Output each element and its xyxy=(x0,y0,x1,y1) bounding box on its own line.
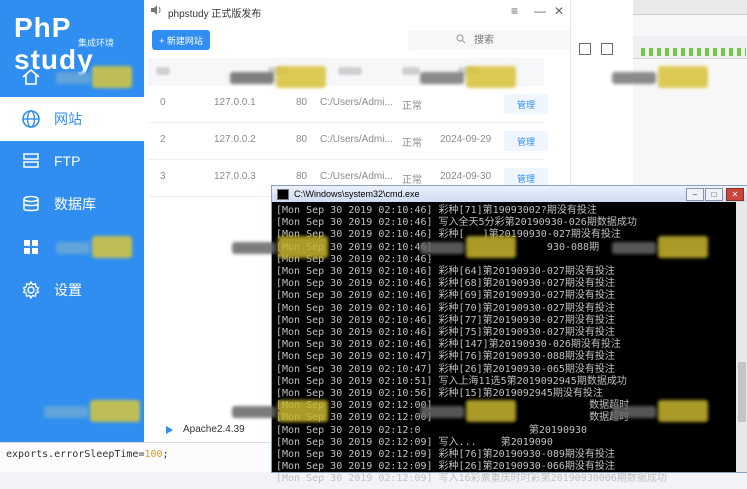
globe-icon xyxy=(20,108,42,130)
cmd-line: [Mon Sep 30 2019 02:10:46] 彩种[70]第201909… xyxy=(276,302,615,314)
home-icon xyxy=(20,66,42,88)
cmd-maximize-icon[interactable]: □ xyxy=(705,188,723,201)
cmd-line: [Mon Sep 30 2019 02:10:47] 彩种[26]第201909… xyxy=(276,363,615,375)
row-path: C:/Users/Admi... xyxy=(320,171,393,182)
cmd-line: [Mon Sep 30 2019 02:10:46] 彩种[71]第190930… xyxy=(276,205,597,216)
cmd-window: C:\Windows\system32\cmd.exe – □ ✕ [Mon S… xyxy=(271,185,747,484)
watermark-logo xyxy=(232,236,332,262)
cmd-icon xyxy=(277,188,289,200)
row-id: 3 xyxy=(160,171,166,182)
nav-website[interactable]: 网站 xyxy=(0,97,144,141)
cmd-scroll-thumb[interactable] xyxy=(738,362,746,422)
row-port: 80 xyxy=(296,97,308,108)
nav-ftp[interactable]: FTP xyxy=(0,139,144,183)
nav-settings-label: 设置 xyxy=(54,282,82,298)
code-prefix: exports.errorSleepTime= xyxy=(6,449,145,460)
search-icon xyxy=(456,31,466,49)
row-date: 2024-09-30 xyxy=(440,171,492,182)
cmd-line: [Mon Sep 30 2019 02:10:46] 彩种[68]第201909… xyxy=(276,278,615,290)
row-date: 2024-09-29 xyxy=(440,134,492,145)
watermark-logo xyxy=(420,400,520,426)
nav-database[interactable]: 数据库 xyxy=(0,182,144,226)
cmd-line: [Mon Sep 30 2019 02:10:56] 彩种[15]第201909… xyxy=(276,388,603,400)
play-icon[interactable] xyxy=(166,425,173,434)
editor-marker-line xyxy=(641,48,746,56)
logo-subtitle: 集成环境 xyxy=(78,38,115,48)
nav-database-label: 数据库 xyxy=(54,196,96,212)
cmd-line: [Mon Sep 30 2019 02:10:46] 写入全天5分彩第20190… xyxy=(276,217,637,229)
announcement-title[interactable]: phpstudy 正式版发布 xyxy=(168,5,261,20)
cmd-line: [Mon Sep 30 2019 02:10:46] 彩种[147]第20190… xyxy=(276,339,621,351)
watermark-logo xyxy=(612,400,712,426)
close-icon[interactable]: ✕ xyxy=(554,4,564,18)
panel-icon[interactable] xyxy=(579,43,591,55)
close-box-icon[interactable] xyxy=(601,43,613,55)
new-site-button[interactable]: + 新建网站 xyxy=(152,30,210,50)
cmd-titlebar: C:\Windows\system32\cmd.exe – □ ✕ xyxy=(272,186,747,202)
manage-button[interactable]: 管理 xyxy=(504,131,548,151)
grid-icon xyxy=(20,236,42,258)
row-status: 正常 xyxy=(402,101,422,112)
editor-code-line: exports.errorSleepTime=100; xyxy=(0,442,270,472)
minimize-icon[interactable]: — xyxy=(534,4,546,18)
row-status: 正常 xyxy=(402,175,422,186)
watermark-logo xyxy=(230,66,330,92)
row-ip: 127.0.0.3 xyxy=(214,171,256,182)
manage-button[interactable]: 管理 xyxy=(504,94,548,114)
row-ip: 127.0.0.1 xyxy=(214,97,256,108)
code-suffix: ; xyxy=(162,449,169,460)
ftp-icon xyxy=(20,150,42,172)
cmd-line: [Mon Sep 30 2019 02:10:46] 彩种[69]第201909… xyxy=(276,290,615,302)
site-toolbar: + 新建网站 xyxy=(144,24,632,56)
table-row[interactable]: 2 127.0.0.2 80 C:/Users/Admi... 正常 2024-… xyxy=(148,123,548,160)
cmd-line: [Mon Sep 30 2019 02:12:09] 写入16彩票重庆时时彩第2… xyxy=(276,473,667,485)
cmd-line: [Mon Sep 30 2019 02:12:09] 彩种[76]第201909… xyxy=(276,449,615,461)
row-port: 80 xyxy=(296,171,308,182)
nav-settings[interactable]: 设置 xyxy=(0,268,144,312)
row-status: 正常 xyxy=(402,138,422,149)
cmd-line: [Mon Sep 30 2019 02:10:46] 彩种[77]第201909… xyxy=(276,314,615,326)
nav-ftp-label: FTP xyxy=(54,153,81,169)
cmd-line: [Mon Sep 30 2019 02:10:46] 彩种[75]第201909… xyxy=(276,327,615,339)
titlebar: phpstudy 正式版发布 ≡ — ✕ xyxy=(144,0,632,24)
speaker-icon xyxy=(150,3,162,21)
watermark-logo xyxy=(420,236,520,262)
cmd-close-icon[interactable]: ✕ xyxy=(726,188,744,201)
row-path: C:/Users/Admi... xyxy=(320,134,393,145)
cmd-line: [Mon Sep 30 2019 02:10:47] 彩种[76]第201909… xyxy=(276,351,615,363)
cmd-line: [Mon Sep 30 2019 02:10:51] 写入上海11选5第2019… xyxy=(276,375,627,387)
row-path: C:/Users/Admi... xyxy=(320,97,393,108)
watermark-logo xyxy=(612,236,712,262)
menu-icon[interactable]: ≡ xyxy=(511,4,518,18)
cmd-title: C:\Windows\system32\cmd.exe xyxy=(294,189,420,199)
row-port: 80 xyxy=(296,134,308,145)
gear-icon xyxy=(20,279,42,301)
cmd-minimize-icon[interactable]: – xyxy=(686,188,704,201)
watermark-logo xyxy=(56,236,136,262)
cmd-line: [Mon Sep 30 2019 02:12:0 第20190930 xyxy=(276,424,588,436)
cmd-line: [Mon Sep 30 2019 02:10:46] 彩种[64]第201909… xyxy=(276,266,615,278)
cmd-line: [Mon Sep 30 2019 02:12:09] 彩种[26]第201909… xyxy=(276,461,615,473)
editor-topbar xyxy=(631,0,747,15)
row-id: 2 xyxy=(160,134,166,145)
watermark-logo xyxy=(420,66,520,92)
code-number: 100 xyxy=(144,449,163,460)
watermark-logo xyxy=(612,66,712,92)
cmd-scrollbar[interactable] xyxy=(736,202,747,472)
watermark-logo xyxy=(232,400,332,426)
cmd-line: [Mon Sep 30 2019 02:12:09] 写入... 第201909… xyxy=(276,436,553,448)
row-id: 0 xyxy=(160,97,166,108)
nav-website-label: 网站 xyxy=(54,111,82,127)
watermark-logo xyxy=(44,400,144,426)
row-ip: 127.0.0.2 xyxy=(214,134,256,145)
database-icon xyxy=(20,193,42,215)
watermark-logo xyxy=(56,66,136,92)
